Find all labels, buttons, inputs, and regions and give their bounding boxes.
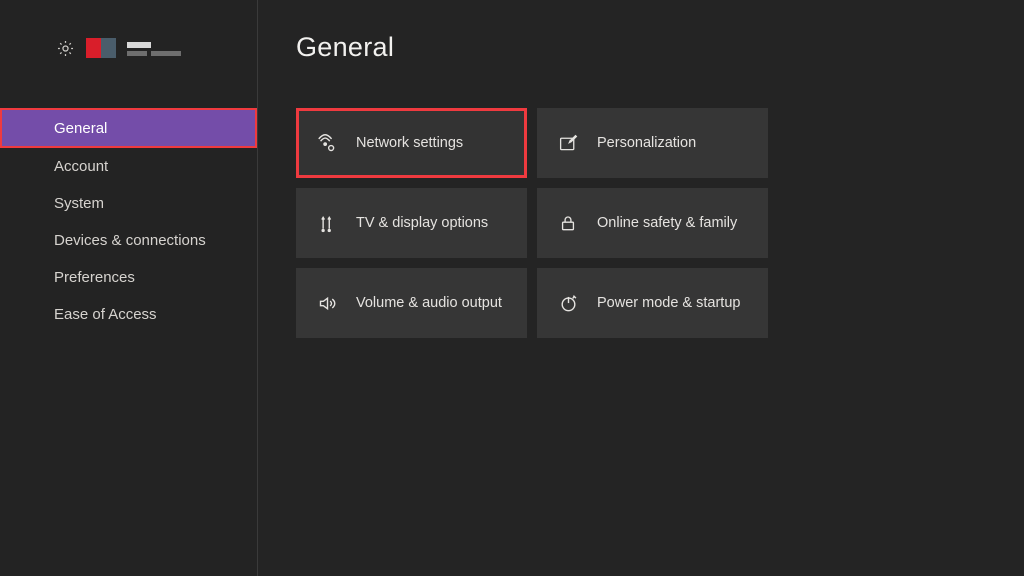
tile-personalization[interactable]: Personalization	[537, 108, 768, 178]
tile-label: Online safety & family	[597, 215, 737, 231]
tile-tv-display[interactable]: TV & display options	[296, 188, 527, 258]
tile-volume-audio[interactable]: Volume & audio output	[296, 268, 527, 338]
display-icon	[316, 213, 338, 234]
sidebar-item-label: Preferences	[54, 269, 135, 286]
main-panel: General Network settings	[258, 0, 1024, 576]
sidebar-item-label: General	[54, 120, 107, 137]
app-root: General Account System Devices & connect…	[0, 0, 1024, 576]
sidebar-item-ease-of-access[interactable]: Ease of Access	[0, 296, 257, 333]
network-icon	[316, 132, 338, 154]
profile-header[interactable]	[56, 38, 181, 58]
gear-icon	[56, 39, 75, 58]
lock-icon	[557, 213, 579, 233]
tile-label: Volume & audio output	[356, 295, 502, 311]
sidebar-item-label: Ease of Access	[54, 306, 157, 323]
sidebar-item-account[interactable]: Account	[0, 148, 257, 185]
tile-label: Network settings	[356, 135, 463, 151]
sidebar-item-label: System	[54, 195, 104, 212]
sidebar-nav: General Account System Devices & connect…	[0, 108, 257, 333]
tile-label: Personalization	[597, 135, 696, 151]
power-icon	[557, 293, 579, 314]
sidebar: General Account System Devices & connect…	[0, 0, 258, 576]
tile-online-safety[interactable]: Online safety & family	[537, 188, 768, 258]
page-title: General	[296, 32, 394, 63]
tile-label: Power mode & startup	[597, 295, 740, 311]
avatar	[86, 38, 116, 58]
sidebar-item-system[interactable]: System	[0, 185, 257, 222]
profile-name-redacted	[127, 41, 181, 56]
sidebar-item-label: Devices & connections	[54, 232, 206, 249]
tile-grid: Network settings Personalization	[296, 108, 768, 338]
sidebar-item-devices[interactable]: Devices & connections	[0, 222, 257, 259]
personalize-icon	[557, 133, 579, 154]
audio-icon	[316, 293, 338, 314]
tile-label: TV & display options	[356, 215, 488, 231]
sidebar-item-preferences[interactable]: Preferences	[0, 259, 257, 296]
sidebar-item-label: Account	[54, 158, 108, 175]
tile-power-mode[interactable]: Power mode & startup	[537, 268, 768, 338]
tile-network-settings[interactable]: Network settings	[296, 108, 527, 178]
sidebar-item-general[interactable]: General	[0, 108, 257, 148]
